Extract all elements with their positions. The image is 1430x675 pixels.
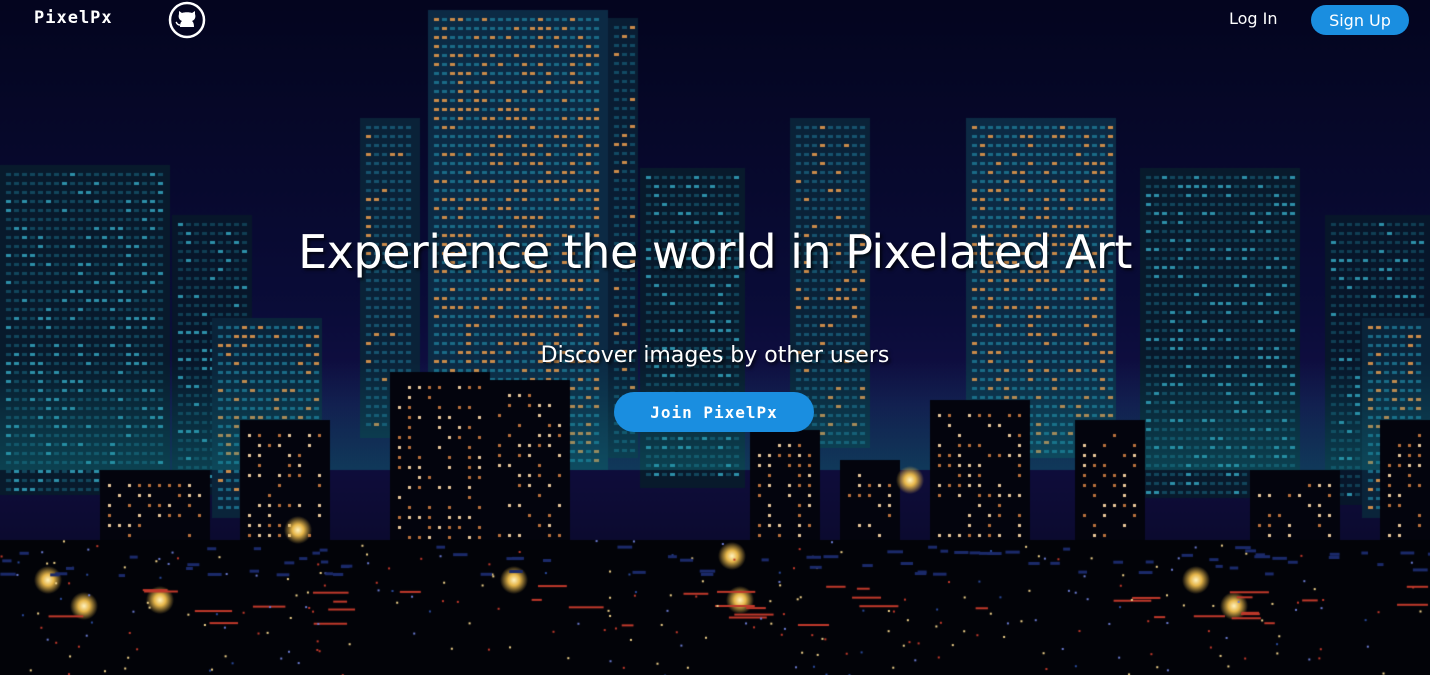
github-icon[interactable]	[168, 1, 206, 39]
login-link[interactable]: Log In	[1229, 9, 1278, 28]
hero-subtitle: Discover images by other users	[540, 343, 890, 368]
top-nav: PixelPx Log In Sign Up	[0, 0, 1430, 40]
join-button[interactable]: Join PixelPx	[614, 392, 814, 432]
signup-button[interactable]: Sign Up	[1311, 5, 1409, 35]
hero-title: Experience the world in Pixelated Art	[298, 225, 1132, 279]
site-logo[interactable]: PixelPx	[34, 8, 113, 28]
city-background-image	[0, 0, 1430, 675]
